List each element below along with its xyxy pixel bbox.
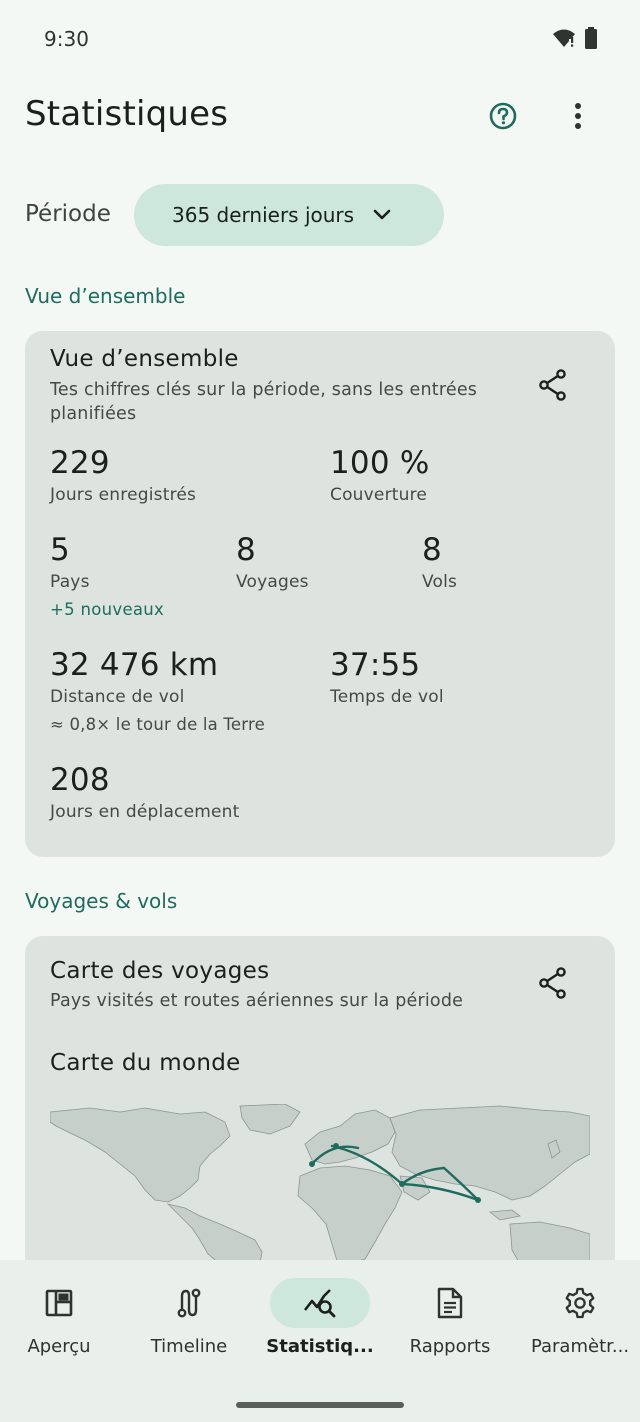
stat-value: 5 bbox=[50, 532, 70, 568]
map-card-subtitle: Pays visités et routes aériennes sur la … bbox=[50, 991, 464, 1011]
stat-days-traveling: 208 Jours en déplacement bbox=[50, 762, 240, 822]
oceania-islands-shape bbox=[509, 1221, 590, 1264]
section-title-overview: Vue d’ensemble bbox=[25, 284, 186, 308]
continent-europe bbox=[304, 1109, 396, 1165]
stat-value: 32 476 km bbox=[50, 647, 219, 683]
island-shape bbox=[488, 1209, 521, 1221]
share-overview-button[interactable] bbox=[529, 361, 577, 409]
page-title: Statistiques bbox=[25, 94, 229, 134]
share-icon bbox=[539, 967, 566, 999]
status-time: 9:30 bbox=[44, 27, 89, 51]
nav-label: Statistiq... bbox=[266, 1336, 374, 1357]
share-icon bbox=[539, 369, 566, 401]
stat-value: 229 bbox=[50, 445, 110, 481]
document-icon bbox=[437, 1287, 463, 1319]
overview-card-subtitle: Tes chiffres clés sur la période, sans l… bbox=[50, 380, 478, 424]
stat-label: Vols bbox=[422, 572, 458, 592]
travel-map-card: Carte des voyages Pays visités et routes… bbox=[25, 936, 615, 1316]
stat-value: 37:55 bbox=[330, 647, 421, 683]
stat-label: Temps de vol bbox=[330, 687, 444, 707]
map-card-title: Carte des voyages bbox=[50, 958, 270, 984]
period-row: Période 365 derniers jours bbox=[0, 184, 640, 246]
period-selected-value: 365 derniers jours bbox=[172, 203, 355, 227]
nav-item-rapports[interactable]: Rapports bbox=[386, 1278, 514, 1368]
overview-card: Vue d’ensemble Tes chiffres clés sur la … bbox=[25, 331, 615, 857]
stat-label: Jours en déplacement bbox=[50, 802, 240, 822]
stat-flight-distance: 32 476 km Distance de vol ≈ 0,8× le tour… bbox=[50, 647, 265, 734]
nav-item-timeline[interactable]: Timeline bbox=[125, 1278, 253, 1368]
wifi-icon bbox=[553, 29, 575, 47]
share-map-button[interactable] bbox=[529, 959, 577, 1007]
nav-item-apercu[interactable]: Aperçu bbox=[0, 1278, 123, 1368]
status-bar: 9:30 bbox=[0, 0, 640, 78]
stat-flights: 8 Vols bbox=[422, 532, 457, 592]
continent-africa bbox=[297, 1165, 403, 1264]
stat-label: Jours enregistrés bbox=[50, 485, 197, 505]
stat-coverage: 100 % Couverture bbox=[330, 445, 429, 505]
stat-days-recorded: 229 Jours enregistrés bbox=[50, 445, 196, 505]
nav-indicator bbox=[139, 1278, 239, 1328]
nav-item-statistiques[interactable]: Statistiq... bbox=[256, 1278, 384, 1368]
nav-indicator bbox=[400, 1278, 500, 1328]
chevron-down-icon bbox=[373, 209, 391, 220]
period-label: Période bbox=[25, 201, 111, 227]
home-indicator[interactable] bbox=[236, 1402, 404, 1408]
help-button[interactable] bbox=[479, 92, 527, 140]
app-bar: Statistiques bbox=[0, 78, 640, 156]
airport-marker bbox=[399, 1181, 405, 1187]
stat-value: 208 bbox=[50, 762, 110, 798]
stat-value: 8 bbox=[236, 532, 256, 568]
overview-card-title: Vue d’ensemble bbox=[50, 346, 239, 372]
nav-indicator bbox=[9, 1278, 109, 1328]
greenland-shape bbox=[239, 1104, 301, 1135]
stat-label: Voyages bbox=[236, 572, 309, 592]
arabian-peninsula-shape bbox=[399, 1175, 431, 1201]
continent-south-america bbox=[166, 1203, 263, 1264]
stat-countries: 5 Pays +5 nouveaux bbox=[50, 532, 164, 619]
dashboard-icon bbox=[45, 1289, 73, 1317]
stat-label: Distance de vol bbox=[50, 687, 185, 707]
nav-label: Paramètr... bbox=[530, 1336, 630, 1357]
settings-icon bbox=[565, 1287, 595, 1319]
nav-label: Rapports bbox=[409, 1336, 491, 1357]
continent-north-america bbox=[50, 1107, 231, 1203]
world-map[interactable] bbox=[50, 1104, 590, 1264]
status-icons bbox=[552, 27, 598, 49]
stat-value: 8 bbox=[422, 532, 442, 568]
airport-marker bbox=[333, 1143, 339, 1149]
stat-value: 100 % bbox=[330, 445, 430, 481]
stat-note-new-countries: +5 nouveaux bbox=[50, 600, 165, 619]
nav-item-parametres[interactable]: Paramètr... bbox=[516, 1278, 640, 1368]
stat-trips: 8 Voyages bbox=[236, 532, 309, 592]
stat-note-earth-tours: ≈ 0,8× le tour de la Terre bbox=[50, 715, 265, 734]
airport-marker bbox=[475, 1197, 481, 1203]
battery-icon bbox=[585, 27, 597, 49]
nav-label: Timeline bbox=[150, 1336, 228, 1357]
more-options-button[interactable] bbox=[554, 92, 602, 140]
query-stats-icon bbox=[303, 1289, 336, 1318]
period-dropdown[interactable]: 365 derniers jours bbox=[134, 184, 444, 246]
section-title-trips: Voyages & vols bbox=[25, 889, 178, 913]
stat-label: Pays bbox=[50, 572, 90, 592]
nav-indicator bbox=[530, 1278, 630, 1328]
nav-label: Aperçu bbox=[27, 1336, 91, 1357]
more-vert-icon bbox=[575, 103, 581, 129]
bottom-navigation: Aperçu Timeline Statistiq... Rapports Pa… bbox=[0, 1260, 640, 1422]
help-icon bbox=[489, 102, 517, 130]
route-icon bbox=[177, 1288, 201, 1318]
nav-indicator-active bbox=[270, 1278, 370, 1328]
airport-marker bbox=[309, 1161, 315, 1167]
stat-label: Couverture bbox=[330, 485, 428, 505]
world-map-title: Carte du monde bbox=[50, 1050, 241, 1076]
stat-flight-time: 37:55 Temps de vol bbox=[330, 647, 444, 707]
